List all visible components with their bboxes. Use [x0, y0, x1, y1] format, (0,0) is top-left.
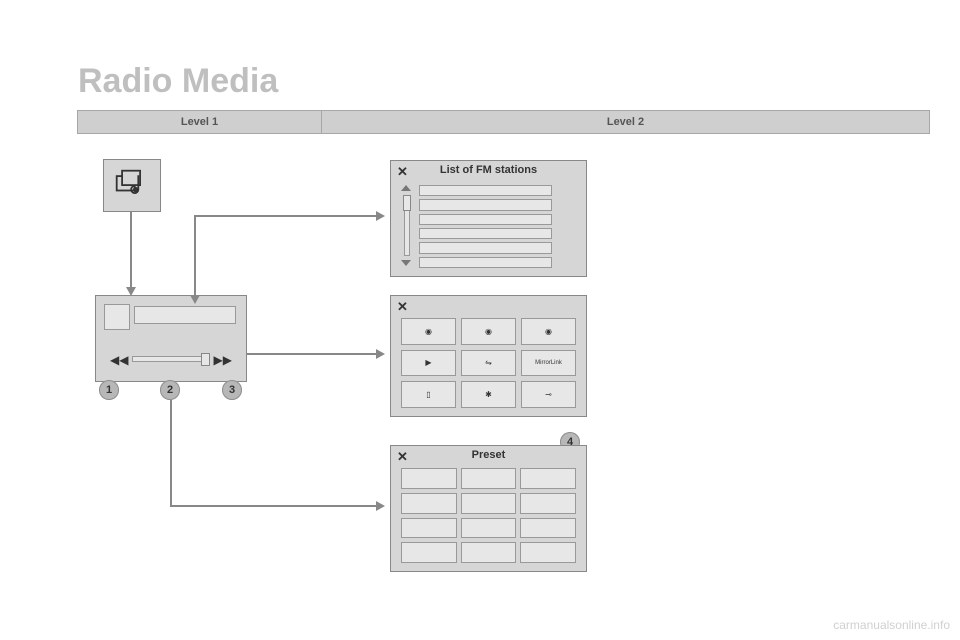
list-item[interactable] [419, 199, 552, 210]
preset-slot[interactable] [401, 542, 457, 563]
scroll-down-icon[interactable] [401, 260, 411, 266]
marker-1: 1 [99, 380, 119, 400]
radio-b-icon[interactable]: ◉ [461, 318, 516, 345]
list-item[interactable] [419, 242, 552, 253]
arrow-line [170, 505, 376, 507]
source-grid: ◉ ◉ ◉ ▶ ⇋ MirrorLink ▯ ✱ ⊸ [401, 318, 576, 408]
preset-slot[interactable] [520, 542, 576, 563]
preset-slot[interactable] [461, 468, 517, 489]
close-icon[interactable]: ✕ [397, 299, 408, 315]
preset-slot[interactable] [461, 493, 517, 514]
arrow-head-right-icon [376, 349, 385, 359]
aux-icon[interactable]: ⊸ [521, 381, 576, 408]
list-item[interactable] [419, 228, 552, 239]
radio-a-icon[interactable]: ◉ [401, 318, 456, 345]
scroll-thumb[interactable] [403, 195, 411, 211]
arrow-line [246, 353, 376, 355]
progress-track[interactable] [132, 356, 210, 362]
header-level1: Level 1 [77, 110, 321, 134]
watermark: carmanualsonline.info [833, 618, 950, 632]
source-select-panel: ✕ ◉ ◉ ◉ ▶ ⇋ MirrorLink ▯ ✱ ⊸ [390, 295, 587, 417]
preset-slot[interactable] [520, 493, 576, 514]
progress-knob[interactable] [201, 353, 210, 366]
arrow-line [130, 212, 132, 288]
marker-2: 2 [160, 380, 180, 400]
radio-media-icon[interactable] [103, 159, 161, 212]
media-player-panel: ◀◀ ▶▶ [95, 295, 247, 382]
arrow-head-right-icon [376, 501, 385, 511]
arrow-line [194, 215, 376, 217]
fm-station-list [419, 185, 552, 268]
album-art-thumb [104, 304, 130, 330]
arrow-line [194, 215, 196, 296]
fm-panel-title: List of FM stations [391, 164, 586, 176]
preset-panel-title: Preset [391, 449, 586, 461]
play-icon[interactable]: ▶ [401, 350, 456, 377]
fm-stations-panel: ✕ List of FM stations [390, 160, 587, 277]
list-item[interactable] [419, 185, 552, 196]
usb-icon[interactable]: ⇋ [461, 350, 516, 377]
preset-slot[interactable] [461, 518, 517, 539]
arrow-line [170, 400, 172, 505]
list-item[interactable] [419, 257, 552, 268]
preset-slot[interactable] [401, 493, 457, 514]
preset-panel: ✕ Preset [390, 445, 587, 572]
preset-slot[interactable] [520, 518, 576, 539]
skip-forward-icon[interactable]: ▶▶ [214, 353, 232, 367]
arrow-head-right-icon [376, 211, 385, 221]
page: Radio Media Level 1 Level 2 ◀◀ ▶▶ 1 2 3 … [0, 0, 960, 640]
scroll-up-icon[interactable] [401, 185, 411, 191]
arrow-head-down-icon [190, 295, 200, 304]
header-level2: Level 2 [321, 110, 930, 134]
bluetooth-icon[interactable]: ✱ [461, 381, 516, 408]
preset-slot[interactable] [401, 468, 457, 489]
preset-slot[interactable] [461, 542, 517, 563]
preset-slot[interactable] [520, 468, 576, 489]
ipod-icon[interactable]: ▯ [401, 381, 456, 408]
preset-slot[interactable] [401, 518, 457, 539]
mirrorlink-icon[interactable]: MirrorLink [521, 350, 576, 377]
list-item[interactable] [419, 214, 552, 225]
level-header: Level 1 Level 2 [77, 110, 930, 134]
marker-3: 3 [222, 380, 242, 400]
preset-grid [401, 468, 576, 563]
music-windows-icon [114, 168, 150, 204]
skip-back-icon[interactable]: ◀◀ [110, 353, 128, 367]
page-title: Radio Media [78, 62, 278, 101]
track-title-bar[interactable] [134, 306, 236, 324]
scrollbar[interactable] [401, 185, 411, 266]
radio-c-icon[interactable]: ◉ [521, 318, 576, 345]
